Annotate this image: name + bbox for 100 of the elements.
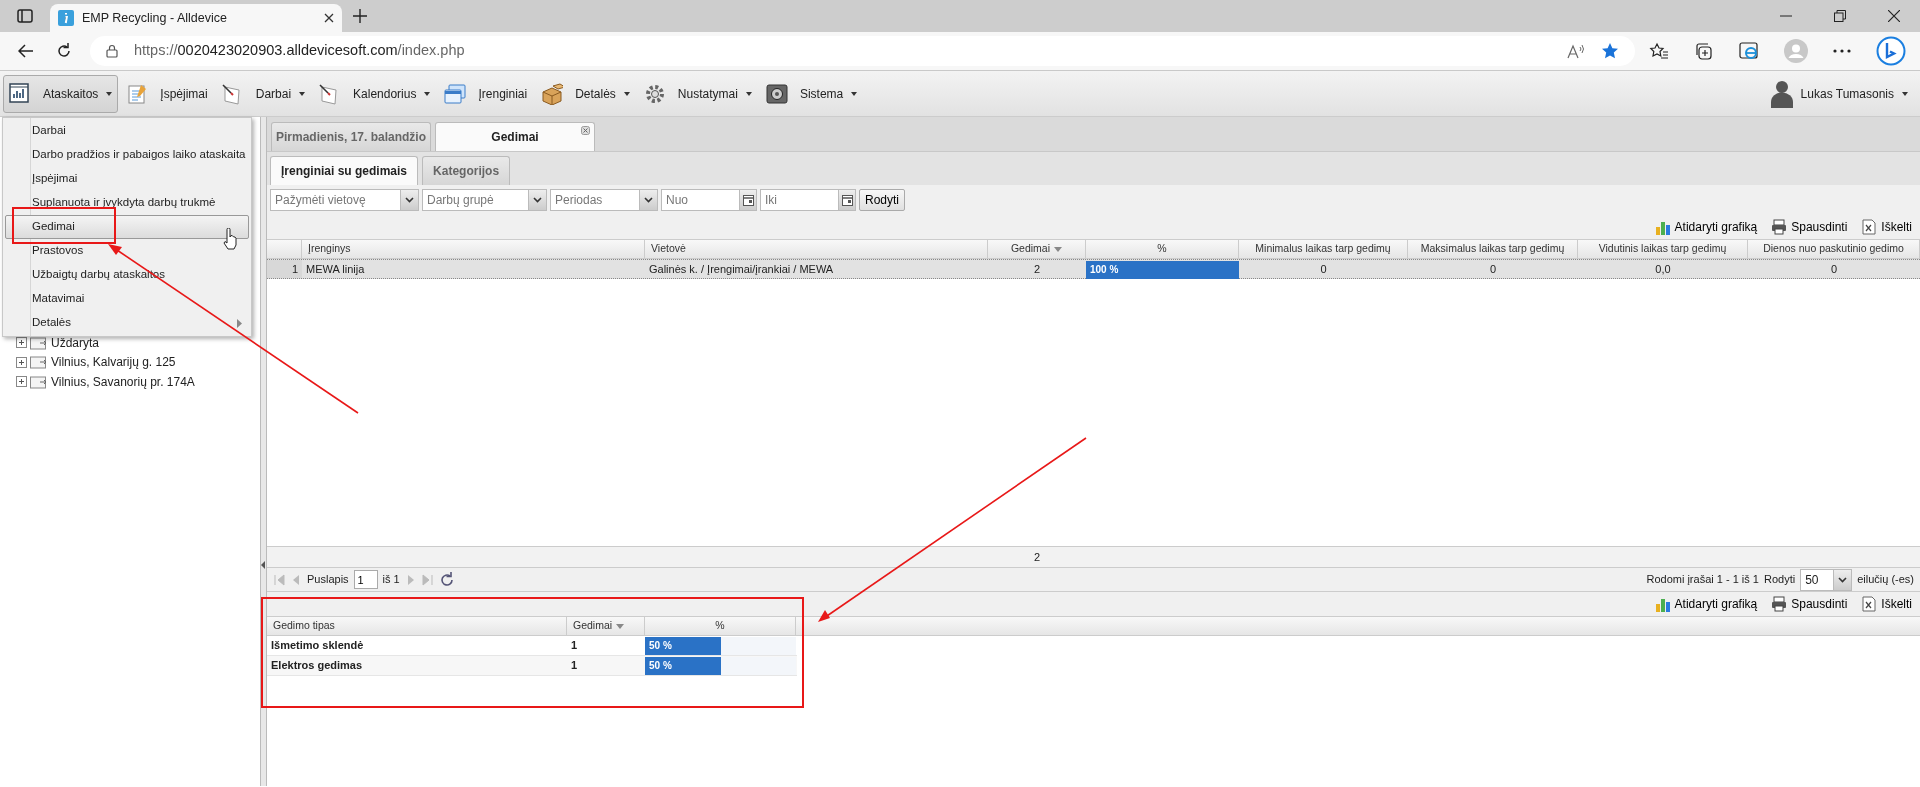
star-icon[interactable] [1601,42,1619,60]
collections-icon[interactable] [1694,41,1714,61]
menu-item[interactable]: Detalės [5,311,249,335]
expand-icon[interactable] [16,337,27,349]
page-field[interactable]: 1 [353,570,378,589]
progress-bar: 100 % [1086,261,1239,279]
toolbar-link[interactable]: Atidaryti grafiką [1654,595,1758,613]
tab[interactable]: Kategorijos [422,156,511,185]
favorites-icon[interactable] [1649,42,1669,60]
caret-icon [1902,91,1908,96]
user-icon [1770,79,1793,108]
menu-item[interactable]: Įspėjimai [5,167,249,191]
tree-item[interactable]: Vilnius, Kalvarijų g. 125 [51,353,176,372]
pager-label: eilučių (-es) [1857,572,1914,588]
select-field[interactable]: Periodas [550,189,658,211]
chevron-down-icon [533,197,542,203]
toolbar-button[interactable]: Įrenginiai [438,74,534,113]
menu-item[interactable]: Darbo pradžios ir pabaigos laiko ataskaita [5,143,249,167]
favicon-icon [58,10,74,26]
browser-tab[interactable]: EMP Recycling - Alldevice [50,4,342,32]
toolbar-button[interactable]: Kalendorius [313,74,437,113]
date-field[interactable]: Nuo [661,189,739,211]
gear-icon [643,82,666,105]
toolbar-button[interactable]: Darbai [215,74,312,113]
records-label: Rodomi įrašai 1 - 1 iš 1 [1646,572,1759,588]
column-header[interactable]: Gedimo tipas [267,617,567,635]
toolbar-button[interactable]: Nustatymai [637,74,758,113]
tab[interactable]: Gedimai [435,122,595,151]
tab-actions-icon[interactable] [17,9,33,23]
select-field[interactable]: Darbų grupė [422,189,547,211]
new-tab-icon[interactable] [353,9,367,23]
date-field[interactable]: Iki [760,189,838,211]
chevron-down-icon [405,197,414,203]
back-icon[interactable] [18,44,34,58]
pager-label: Rodyti [1763,572,1796,588]
menu-item[interactable]: Suplanuota ir įvykdyta darbų trukmė [5,191,249,215]
column-header[interactable]: Įrenginys [302,240,645,258]
table-row[interactable]: 1 MEWA linija Galinės k. / Įrengimai/įrankiai / MEWA 2 100 % 0 0 0,0 0 [267,259,1920,279]
bar-chart-icon [1654,219,1671,235]
close-icon[interactable] [1888,10,1900,22]
url-text: https://0020423020903.alldevicesoft.com/index.php [134,41,465,61]
more-icon[interactable] [1833,49,1851,53]
toolbar-button[interactable]: Ataskaitos [3,74,119,113]
pager-label: iš 1 [382,572,400,588]
column-header[interactable]: Minimalus laikas tarp gedimų [1239,240,1408,258]
calendar-icon [841,194,853,206]
column-header[interactable]: Vidutinis laikas tarp gedimų [1578,240,1748,258]
expand-icon[interactable] [16,356,27,368]
select-field[interactable]: Pažymėti vietovę [270,189,419,211]
tab[interactable]: Įrenginiai su gedimais [270,156,419,185]
column-header[interactable]: Vietovė [645,240,988,258]
table-cell-text: 0 [1319,261,1328,277]
toolbar-link[interactable]: Spausdinti [1771,218,1848,236]
menu-item[interactable]: Prastovos [5,239,249,263]
safe-icon [765,82,788,105]
tab-title: EMP Recycling - Alldevice [82,9,228,27]
pager-label: Puslapis [307,572,349,588]
calendar-icon [742,194,754,206]
menu-item[interactable]: Matavimai [5,287,249,311]
column-header[interactable]: Dienos nuo paskutinio gedimo [1748,240,1920,258]
table-cell-text: MEWA linija [305,261,366,277]
tree-item[interactable]: Uždaryta [51,333,100,352]
chevron-down-icon [644,197,653,203]
notepad-pencil-icon [126,82,149,105]
menu-item[interactable]: Gedimai [5,215,249,239]
toolbar-link[interactable]: Atidaryti grafiką [1654,218,1758,236]
address-bar[interactable]: https://0020423020903.alldevicesoft.com/index.php [90,36,1635,66]
column-header[interactable]: % [1086,240,1239,258]
calendar-button[interactable] [838,189,856,211]
toolbar-link[interactable]: Spausdinti [1771,595,1848,613]
user-menu[interactable]: Lukas Tumasonis [1764,74,1914,113]
close-icon[interactable] [581,126,590,135]
toolbar-link[interactable]: Iškelti [1861,595,1912,613]
close-icon[interactable] [324,13,334,23]
document-x-icon [1861,596,1878,612]
report-chart-icon [9,82,31,105]
progress-bar: 50 % [645,637,721,655]
column-header[interactable]: Gedimai [988,240,1086,258]
chat-icon[interactable] [1876,36,1906,66]
toolbar-button[interactable]: Detalės [535,74,636,113]
printer-icon [1771,219,1788,235]
toolbar-button[interactable]: Įspėjimai [120,74,214,113]
calendar-button[interactable] [739,189,757,211]
tree-item[interactable]: Vilnius, Savanorių pr. 174A [51,372,195,391]
toolbar-link[interactable]: Iškelti [1861,218,1912,236]
tab[interactable]: Pirmadienis, 17. balandžio [271,122,431,151]
column-header[interactable]: % [645,617,796,635]
toolbar-button[interactable]: Sistema [759,74,864,113]
read-aloud-icon[interactable] [1567,43,1585,59]
column-header[interactable]: Maksimalus laikas tarp gedimų [1408,240,1578,258]
menu-item[interactable]: Darbai [5,119,249,143]
expand-icon[interactable] [16,376,27,388]
column-header[interactable]: Gedimai [567,617,645,635]
refresh-icon[interactable] [438,571,455,588]
chevron-down-icon [1838,576,1848,583]
show-button[interactable]: Rodyti [859,189,905,211]
refresh-icon[interactable] [56,43,72,59]
browser-mode-icon[interactable] [1739,41,1759,61]
restore-icon[interactable] [1834,10,1846,22]
page-size-select[interactable]: 50 [1800,568,1853,591]
